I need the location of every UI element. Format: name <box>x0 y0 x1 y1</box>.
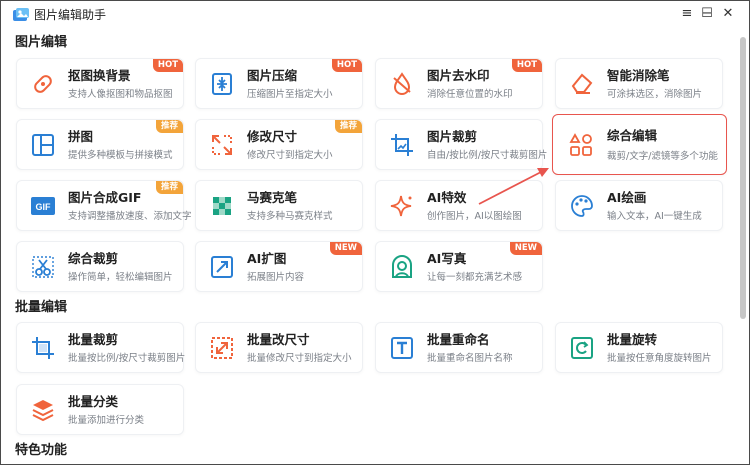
annotation-arrow <box>478 168 549 205</box>
app-window: 图片编辑助手 ≡ − ☐ ✕ 图片编辑 抠图换背景 支持人像抠图和物品抠图 HO… <box>0 0 750 465</box>
